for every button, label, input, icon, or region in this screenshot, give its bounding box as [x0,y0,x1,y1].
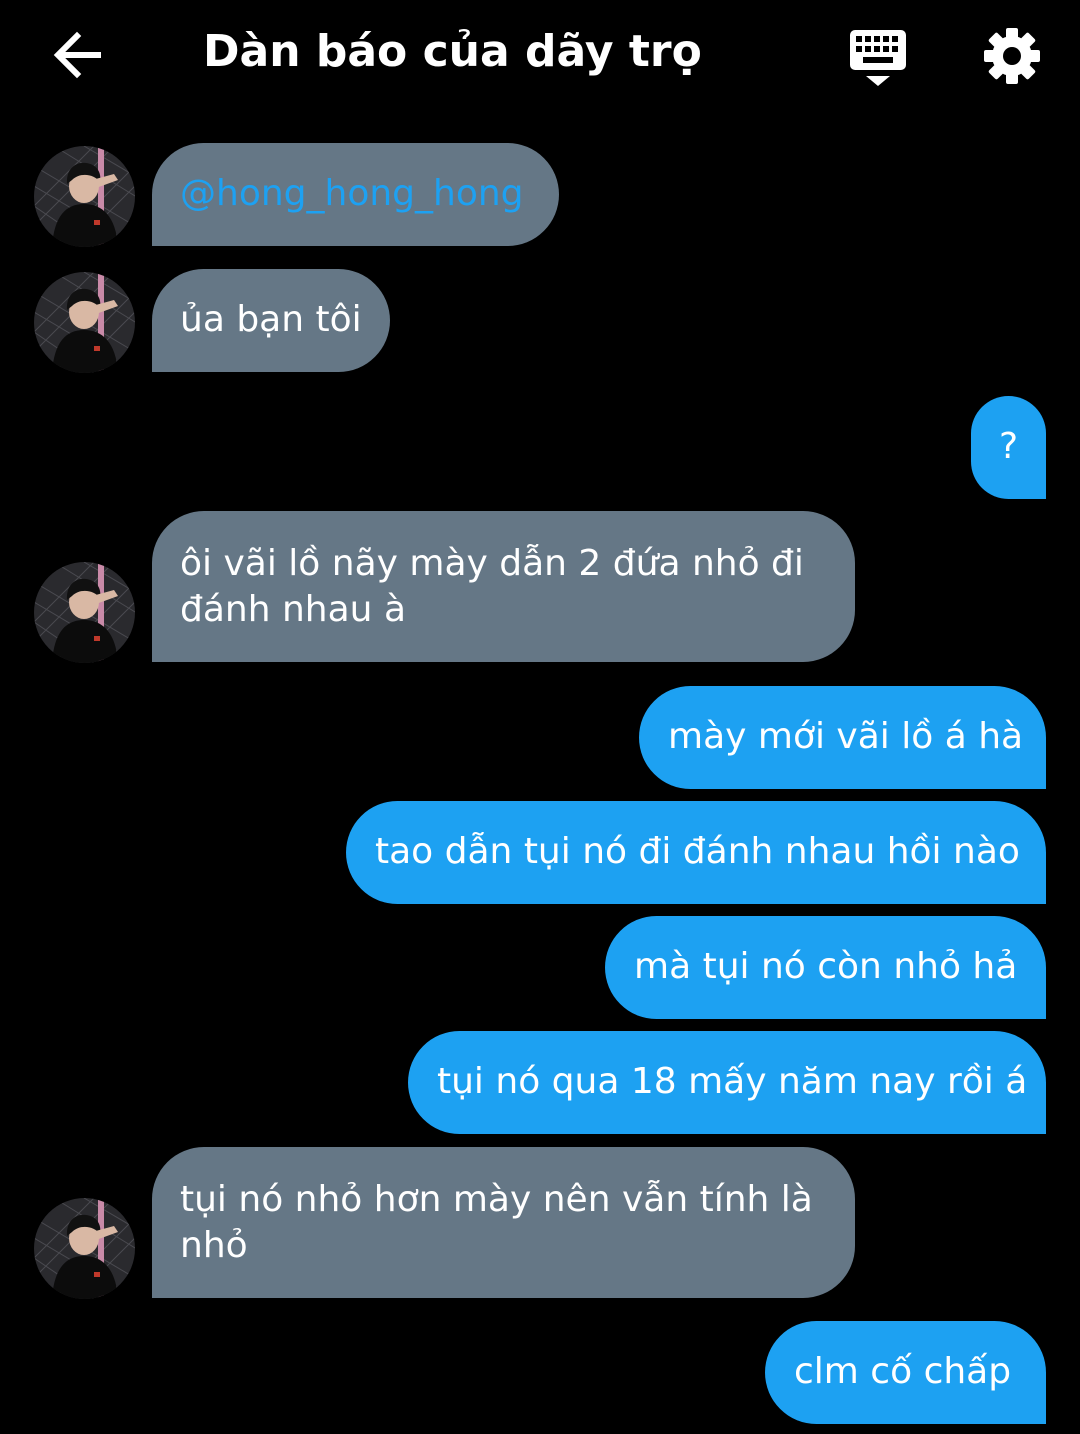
message-bubble-outgoing[interactable]: clm cố chấp [765,1321,1046,1424]
avatar[interactable] [34,272,135,373]
mention-link[interactable]: @hong_hong_hong [180,173,524,214]
message-text-line: đánh nhau à [180,589,407,630]
message-bubble-incoming[interactable]: ủa bạn tôi [152,269,390,372]
avatar[interactable] [34,146,135,247]
message-bubble-outgoing[interactable]: mày mới vãi lồ á hà [639,686,1046,789]
arrow-left-icon [53,31,101,79]
message-bubble-incoming[interactable]: tụi nó nhỏ hơn mày nên vẫn tính là nhỏ [152,1147,855,1298]
message-text-line: nhỏ [180,1225,248,1266]
message-bubble-outgoing[interactable]: ? [971,396,1046,499]
keyboard-icon [850,30,906,86]
settings-button[interactable] [980,24,1044,88]
message-text: clm cố chấp [794,1351,1012,1392]
message-bubble-incoming[interactable]: ôi vãi lồ nãy mày dẫn 2 đứa nhỏ đi đánh … [152,511,855,662]
message-bubble-outgoing[interactable]: mà tụi nó còn nhỏ hả [605,916,1046,1019]
message-text-line: ôi vãi lồ nãy mày dẫn 2 đứa nhỏ đi [180,543,804,584]
message-text: mà tụi nó còn nhỏ hả [634,946,1018,987]
message-text: tao dẫn tụi nó đi đánh nhau hồi nào [375,831,1020,872]
avatar[interactable] [34,562,135,663]
message-text: ? [998,426,1019,467]
message-bubble-outgoing[interactable]: tụi nó qua 18 mấy năm nay rồi á [408,1031,1046,1134]
gear-icon [984,28,1040,84]
top-bar: Dàn báo của dãy trọ [0,0,1080,112]
message-text: ủa bạn tôi [180,299,362,340]
avatar[interactable] [34,1198,135,1299]
message-text: mày mới vãi lồ á hà [668,716,1024,757]
message-bubble-incoming[interactable]: @hong_hong_hong [152,143,559,246]
conversation-title: Dàn báo của dãy trọ [203,26,702,77]
message-text: tụi nó qua 18 mấy năm nay rồi á [437,1061,1028,1102]
message-bubble-outgoing[interactable]: tao dẫn tụi nó đi đánh nhau hồi nào [346,801,1046,904]
message-text-line: tụi nó nhỏ hơn mày nên vẫn tính là [180,1179,813,1220]
back-button[interactable] [48,26,110,84]
keyboard-toggle-button[interactable] [846,24,910,88]
